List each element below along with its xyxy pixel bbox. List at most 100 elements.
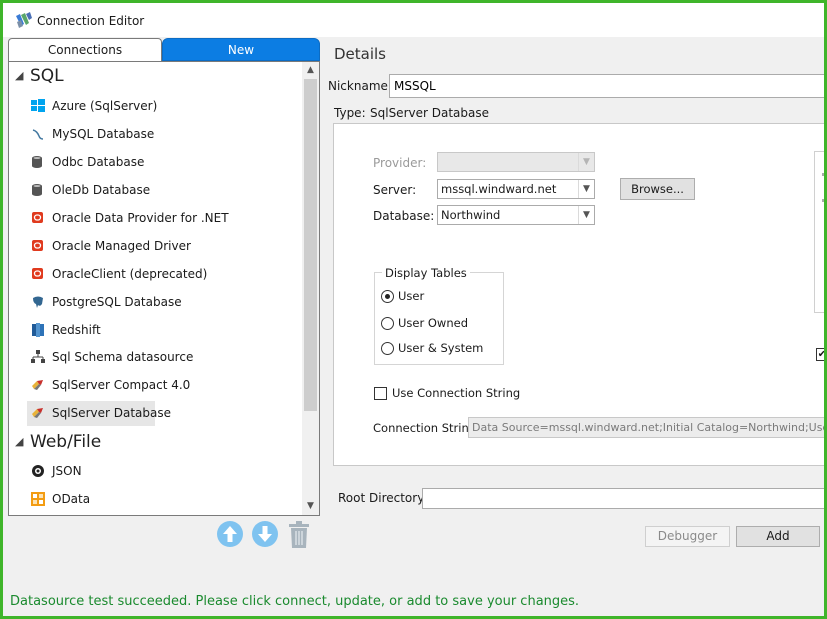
tree-item-json[interactable]: JSON [27,459,155,484]
provider-select: ▼ [437,152,595,172]
radio-label: User & System [398,341,484,355]
tree-group-webfile[interactable]: ◢ Web/File [9,430,302,458]
type-label: Type: [334,106,366,120]
tree-item-label: OleDb Database [52,183,151,197]
tab-strip: Connections New [8,38,320,62]
scroll-thumb[interactable] [304,79,317,411]
nickname-input[interactable] [389,74,824,98]
checkbox[interactable] [374,387,387,400]
mysql-dolphin-icon [31,127,45,141]
database-value: Northwind [441,208,501,222]
server-combo[interactable]: mssql.windward.net ▼ [437,179,595,199]
scroll-down-icon[interactable]: ▼ [302,498,319,515]
tree-item-oracleclient[interactable]: OracleClient (deprecated) [27,262,207,287]
tree-item-oracle-dataprovider[interactable]: Oracle Data Provider for .NET [27,206,229,231]
postgresql-elephant-icon [31,295,45,309]
tree-item-label: Oracle Data Provider for .NET [52,211,229,225]
title-bar: Connection Editor [3,3,824,37]
tree-item-label: JSON [52,464,82,478]
windows-logo-icon [31,99,45,113]
connection-string-field: Data Source=mssql.windward.net;Initial C… [468,417,824,438]
expand-arrow-icon[interactable]: ◢ [15,435,23,448]
details-heading: Details [334,45,387,63]
root-directory-label: Root Directory: [338,491,428,505]
tree-item-label: OracleClient (deprecated) [52,267,208,281]
radio-button[interactable] [381,317,394,330]
tree-item-odata[interactable]: OData [27,487,155,512]
expand-arrow-icon[interactable]: ◢ [15,69,23,82]
database-combo[interactable]: Northwind ▼ [437,205,595,225]
tree-item-azure[interactable]: Azure (SqlServer) [27,94,158,119]
json-icon [31,464,45,478]
tree-item-oledb[interactable]: OleDb Database [27,178,155,203]
side-frame [814,151,824,313]
debugger-button[interactable]: Debugger [645,526,730,547]
checkmark-icon[interactable]: ✔ [816,348,824,361]
arrow-down-circle-icon[interactable] [252,521,278,547]
tree-item-label: Azure (SqlServer) [52,99,158,113]
connection-string-label: Connection String: [373,421,480,435]
oracle-icon [31,239,45,253]
tree-group-sql[interactable]: ◢ SQL [9,64,302,92]
tree-item-sql-schema[interactable]: Sql Schema datasource [27,345,193,370]
database-icon [31,183,45,197]
tree-scrollbar[interactable]: ▲ ▼ [302,62,319,515]
arrow-up-circle-icon[interactable] [217,521,243,547]
server-label: Server: [373,183,417,197]
browse-button[interactable]: Browse... [620,178,695,200]
tree-item-label: OData [52,492,91,506]
tab-connections[interactable]: Connections [8,38,162,61]
tree-item-oracle-managed[interactable]: Oracle Managed Driver [27,234,191,259]
sqlserver-icon [31,406,45,420]
tab-new[interactable]: New [162,38,320,61]
chevron-down-icon[interactable]: ▼ [578,180,594,198]
schema-tree-icon [31,350,45,364]
add-button[interactable]: Add [736,526,820,547]
tree-item-label: SqlServer Compact 4.0 [52,378,191,392]
server-value: mssql.windward.net [441,182,557,196]
tree-item-label: Oracle Managed Driver [52,239,191,253]
tree-list: ◢ SQL Azure (SqlServer) MySQL Database O… [9,62,302,515]
odata-icon [31,492,45,506]
tree-item-postgresql[interactable]: PostgreSQL Database [27,290,182,315]
chevron-down-icon: ▼ [578,153,594,171]
tree-item-label: Sql Schema datasource [52,350,194,364]
display-tables-legend: Display Tables [382,266,470,280]
frame-dot [822,199,824,202]
nickname-label: Nickname: [328,79,392,93]
scroll-up-icon[interactable]: ▲ [302,62,319,79]
radio-label: User Owned [398,316,468,330]
tree-item-sqlserver-database[interactable]: SqlServer Database [27,401,171,426]
datasource-tree: ◢ SQL Azure (SqlServer) MySQL Database O… [8,61,320,516]
window-title: Connection Editor [37,14,145,28]
tree-item-label: PostgreSQL Database [52,295,182,309]
frame-dot [822,173,824,176]
tree-actions [217,521,317,549]
tree-item-label: Odbc Database [52,155,145,169]
oracle-icon [31,267,45,281]
use-connection-string-checkbox[interactable]: Use Connection String [374,386,520,402]
radio-button[interactable] [381,342,394,355]
app-logo-icon [15,12,33,28]
status-bar: Datasource test succeeded. Please click … [3,585,824,616]
radio-button[interactable] [381,290,394,303]
tree-item-mysql[interactable]: MySQL Database [27,122,155,147]
tree-item-label: MySQL Database [52,127,155,141]
tree-item-redshift[interactable]: Redshift [27,318,155,343]
status-message: Datasource test succeeded. Please click … [10,594,580,609]
checkbox-label: Use Connection String [392,386,521,400]
trash-icon[interactable] [288,521,310,549]
tree-item-label: Redshift [52,323,101,337]
connection-editor-window: Connection Editor Connections New ◢ SQL … [0,0,827,619]
tree-item-sqlserver-compact[interactable]: SqlServer Compact 4.0 [27,373,190,398]
chevron-down-icon[interactable]: ▼ [578,206,594,224]
group-label: SQL [30,66,64,86]
database-label: Database: [373,209,435,223]
database-icon [31,155,45,169]
group-label: Web/File [30,432,102,452]
sqlserver-icon [31,378,45,392]
type-value: SqlServer Database [370,106,489,120]
tree-item-label: SqlServer Database [52,406,171,420]
root-directory-input[interactable] [422,488,824,509]
tree-item-odbc[interactable]: Odbc Database [27,150,155,175]
